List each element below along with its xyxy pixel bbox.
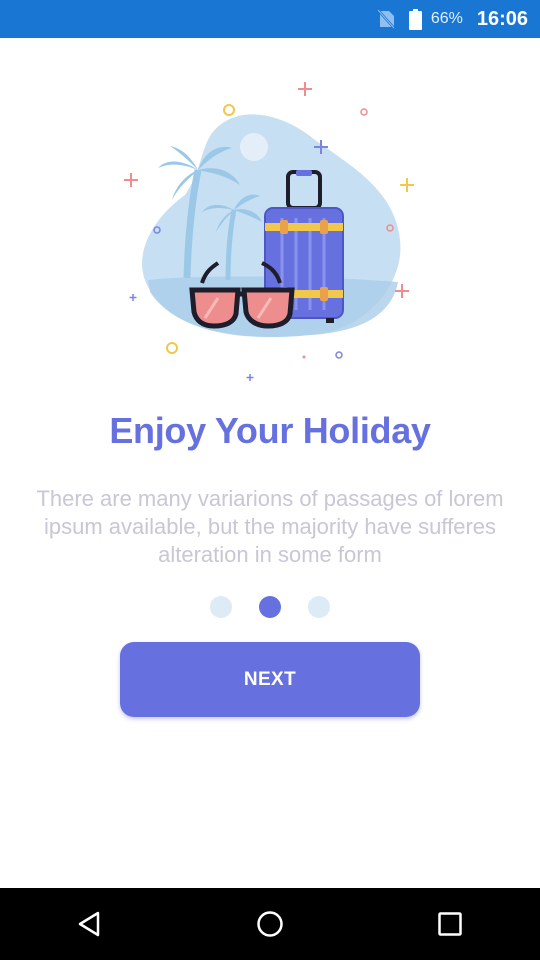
home-icon[interactable] (240, 894, 300, 954)
battery-percent: 66% (430, 10, 463, 27)
battery-icon (409, 8, 423, 30)
onboarding-title: Enjoy Your Holiday (109, 410, 431, 451)
description-line: There are many variarions of passages of… (36, 486, 504, 511)
page-dot-3[interactable] (308, 596, 330, 618)
description-line: alteration in some form (158, 542, 382, 567)
holiday-illustration (110, 70, 430, 390)
page-dot-1[interactable] (210, 596, 232, 618)
onboarding-description: There are many variarions of passages of… (12, 485, 528, 569)
recents-icon[interactable] (420, 894, 480, 954)
page-indicator (0, 595, 540, 619)
no-sim-icon (375, 8, 397, 30)
clock: 16:06 (476, 7, 528, 30)
page-dot-2[interactable] (259, 596, 281, 618)
status-bar: 66% 16:06 (0, 0, 540, 38)
back-icon[interactable] (60, 894, 120, 954)
system-nav-bar (0, 888, 540, 960)
description-line: ipsum available, but the majority have s… (43, 514, 497, 539)
next-button[interactable]: NEXT (120, 642, 420, 717)
